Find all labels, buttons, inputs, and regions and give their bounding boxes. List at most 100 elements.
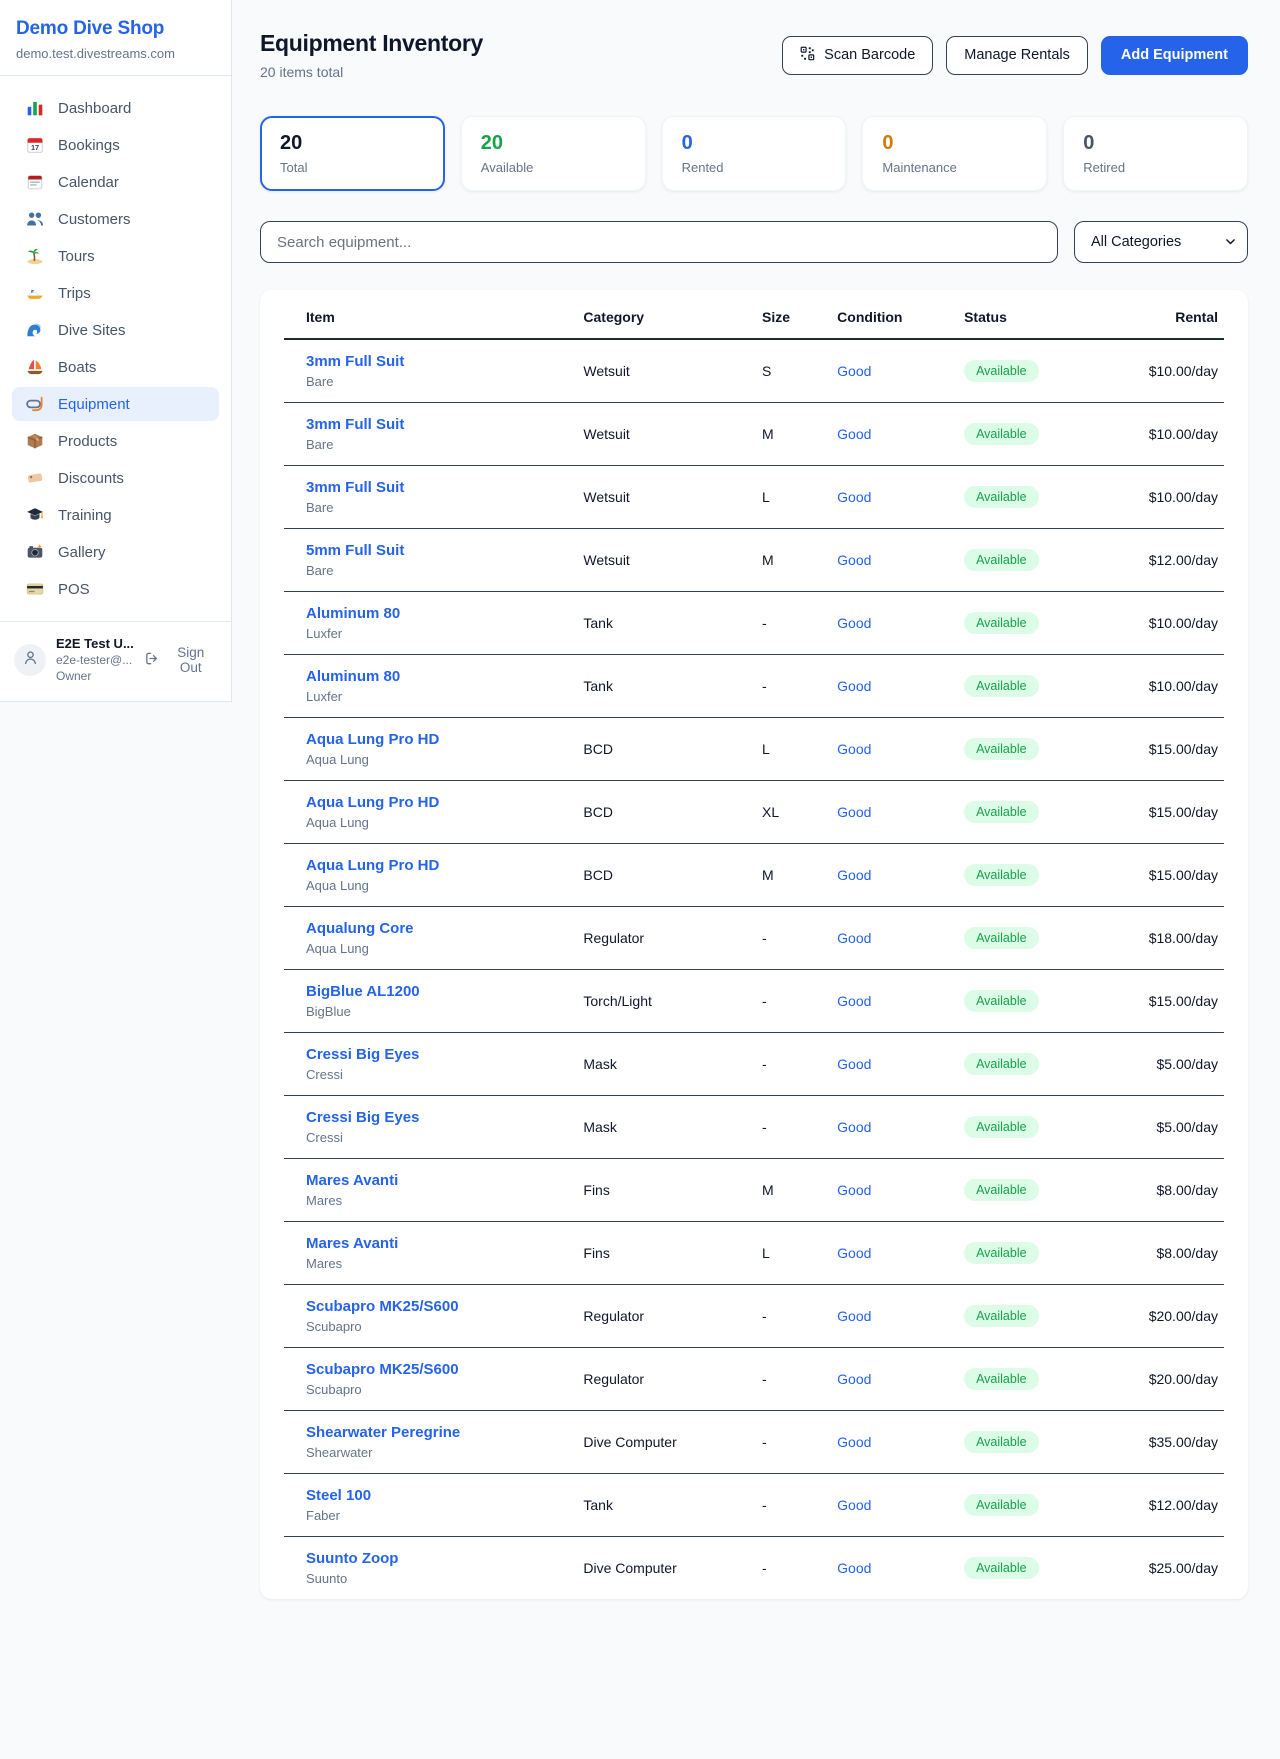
item-name-link[interactable]: Aqualung Core [306, 920, 567, 937]
condition-link[interactable]: Good [837, 426, 871, 442]
condition-link[interactable]: Good [837, 867, 871, 883]
table-row: Suunto Zoop Suunto Dive Computer - Good … [284, 1537, 1224, 1600]
manage-rentals-button[interactable]: Manage Rentals [946, 36, 1088, 75]
stat-label: Maintenance [882, 160, 1027, 175]
item-cell: Aluminum 80 Luxfer [284, 655, 575, 718]
condition-link[interactable]: Good [837, 489, 871, 505]
item-name-link[interactable]: Cressi Big Eyes [306, 1046, 567, 1063]
rental-cell: $10.00/day [1111, 655, 1224, 718]
status-badge: Available [964, 1431, 1039, 1453]
status-cell: Available [956, 1096, 1111, 1159]
sidebar-item-discounts[interactable]: Discounts [12, 461, 219, 495]
category-filter-wrap: All Categories [1074, 221, 1248, 263]
sidebar-item-boats[interactable]: Boats [12, 350, 219, 384]
item-brand: Luxfer [306, 689, 567, 704]
condition-link[interactable]: Good [837, 363, 871, 379]
sidebar-item-calendar[interactable]: Calendar [12, 165, 219, 199]
item-name-link[interactable]: BigBlue AL1200 [306, 983, 567, 1000]
condition-cell: Good [829, 655, 956, 718]
size-cell: XL [754, 781, 829, 844]
item-name-link[interactable]: Mares Avanti [306, 1172, 567, 1189]
condition-link[interactable]: Good [837, 1434, 871, 1450]
item-name-link[interactable]: Aqua Lung Pro HD [306, 857, 567, 874]
condition-link[interactable]: Good [837, 930, 871, 946]
condition-link[interactable]: Good [837, 1182, 871, 1198]
stat-label: Available [481, 160, 626, 175]
item-name-link[interactable]: Suunto Zoop [306, 1550, 567, 1567]
item-brand: Bare [306, 500, 567, 515]
stat-card-total[interactable]: 20 Total [260, 116, 445, 191]
sidebar-item-trips[interactable]: Trips [12, 276, 219, 310]
sidebar-item-equipment[interactable]: Equipment [12, 387, 219, 421]
item-name-link[interactable]: 3mm Full Suit [306, 479, 567, 496]
condition-link[interactable]: Good [837, 1371, 871, 1387]
sidebar-item-dive-sites[interactable]: Dive Sites [12, 313, 219, 347]
item-name-link[interactable]: Mares Avanti [306, 1235, 567, 1252]
condition-link[interactable]: Good [837, 804, 871, 820]
item-cell: Scubapro MK25/S600 Scubapro [284, 1348, 575, 1411]
status-cell: Available [956, 1411, 1111, 1474]
stat-card-retired[interactable]: 0 Retired [1063, 116, 1248, 191]
item-name-link[interactable]: 3mm Full Suit [306, 353, 567, 370]
sidebar-item-bookings[interactable]: 17 Bookings [12, 128, 219, 162]
condition-link[interactable]: Good [837, 741, 871, 757]
user-email: e2e-tester@... [56, 653, 134, 667]
category-cell: Tank [575, 1474, 754, 1537]
item-name-link[interactable]: Aluminum 80 [306, 668, 567, 685]
item-brand: Scubapro [306, 1319, 567, 1334]
sidebar-item-tours[interactable]: Tours [12, 239, 219, 273]
sidebar-item-gallery[interactable]: Gallery [12, 535, 219, 569]
stat-card-maintenance[interactable]: 0 Maintenance [862, 116, 1047, 191]
sidebar-item-pos[interactable]: POS [12, 572, 219, 606]
item-cell: Aluminum 80 Luxfer [284, 592, 575, 655]
condition-link[interactable]: Good [837, 1308, 871, 1324]
rental-cell: $12.00/day [1111, 529, 1224, 592]
item-name-link[interactable]: Steel 100 [306, 1487, 567, 1504]
item-name-link[interactable]: Scubapro MK25/S600 [306, 1298, 567, 1315]
item-name-link[interactable]: Scubapro MK25/S600 [306, 1361, 567, 1378]
condition-link[interactable]: Good [837, 1497, 871, 1513]
item-name-link[interactable]: Cressi Big Eyes [306, 1109, 567, 1126]
stat-card-available[interactable]: 20 Available [461, 116, 646, 191]
table-row: Shearwater Peregrine Shearwater Dive Com… [284, 1411, 1224, 1474]
condition-link[interactable]: Good [837, 1119, 871, 1135]
item-name-link[interactable]: Aluminum 80 [306, 605, 567, 622]
condition-link[interactable]: Good [837, 1560, 871, 1576]
condition-link[interactable]: Good [837, 552, 871, 568]
brand-name[interactable]: Demo Dive Shop [16, 18, 215, 40]
stat-label: Retired [1083, 160, 1228, 175]
item-name-link[interactable]: Aqua Lung Pro HD [306, 731, 567, 748]
item-cell: 3mm Full Suit Bare [284, 466, 575, 529]
category-cell: Wetsuit [575, 339, 754, 403]
item-name-link[interactable]: Shearwater Peregrine [306, 1424, 567, 1441]
stat-card-rented[interactable]: 0 Rented [662, 116, 847, 191]
status-cell: Available [956, 1285, 1111, 1348]
condition-link[interactable]: Good [837, 615, 871, 631]
status-badge: Available [964, 1053, 1039, 1075]
rental-cell: $15.00/day [1111, 718, 1224, 781]
category-filter[interactable]: All Categories [1074, 221, 1248, 263]
condition-link[interactable]: Good [837, 1245, 871, 1261]
condition-link[interactable]: Good [837, 678, 871, 694]
sign-out-button[interactable]: Sign Out [144, 645, 217, 675]
add-equipment-button[interactable]: Add Equipment [1101, 36, 1248, 75]
sidebar-item-training[interactable]: Training [12, 498, 219, 532]
size-cell: L [754, 718, 829, 781]
condition-link[interactable]: Good [837, 1056, 871, 1072]
scan-barcode-label: Scan Barcode [824, 47, 915, 63]
condition-link[interactable]: Good [837, 993, 871, 1009]
sidebar-item-products[interactable]: Products [12, 424, 219, 458]
item-name-link[interactable]: 3mm Full Suit [306, 416, 567, 433]
scan-barcode-button[interactable]: Scan Barcode [782, 36, 933, 75]
size-cell: - [754, 1285, 829, 1348]
sidebar-item-customers[interactable]: Customers [12, 202, 219, 236]
sidebar-item-dashboard[interactable]: Dashboard [12, 91, 219, 125]
category-cell: Tank [575, 655, 754, 718]
item-name-link[interactable]: 5mm Full Suit [306, 542, 567, 559]
user-box: E2E Test U... e2e-tester@... Owner Sign … [0, 621, 231, 701]
search-input[interactable] [260, 221, 1058, 263]
item-name-link[interactable]: Aqua Lung Pro HD [306, 794, 567, 811]
add-equipment-label: Add Equipment [1121, 47, 1228, 63]
user-meta: E2E Test U... e2e-tester@... Owner [56, 636, 134, 683]
stat-value: 20 [280, 132, 425, 155]
